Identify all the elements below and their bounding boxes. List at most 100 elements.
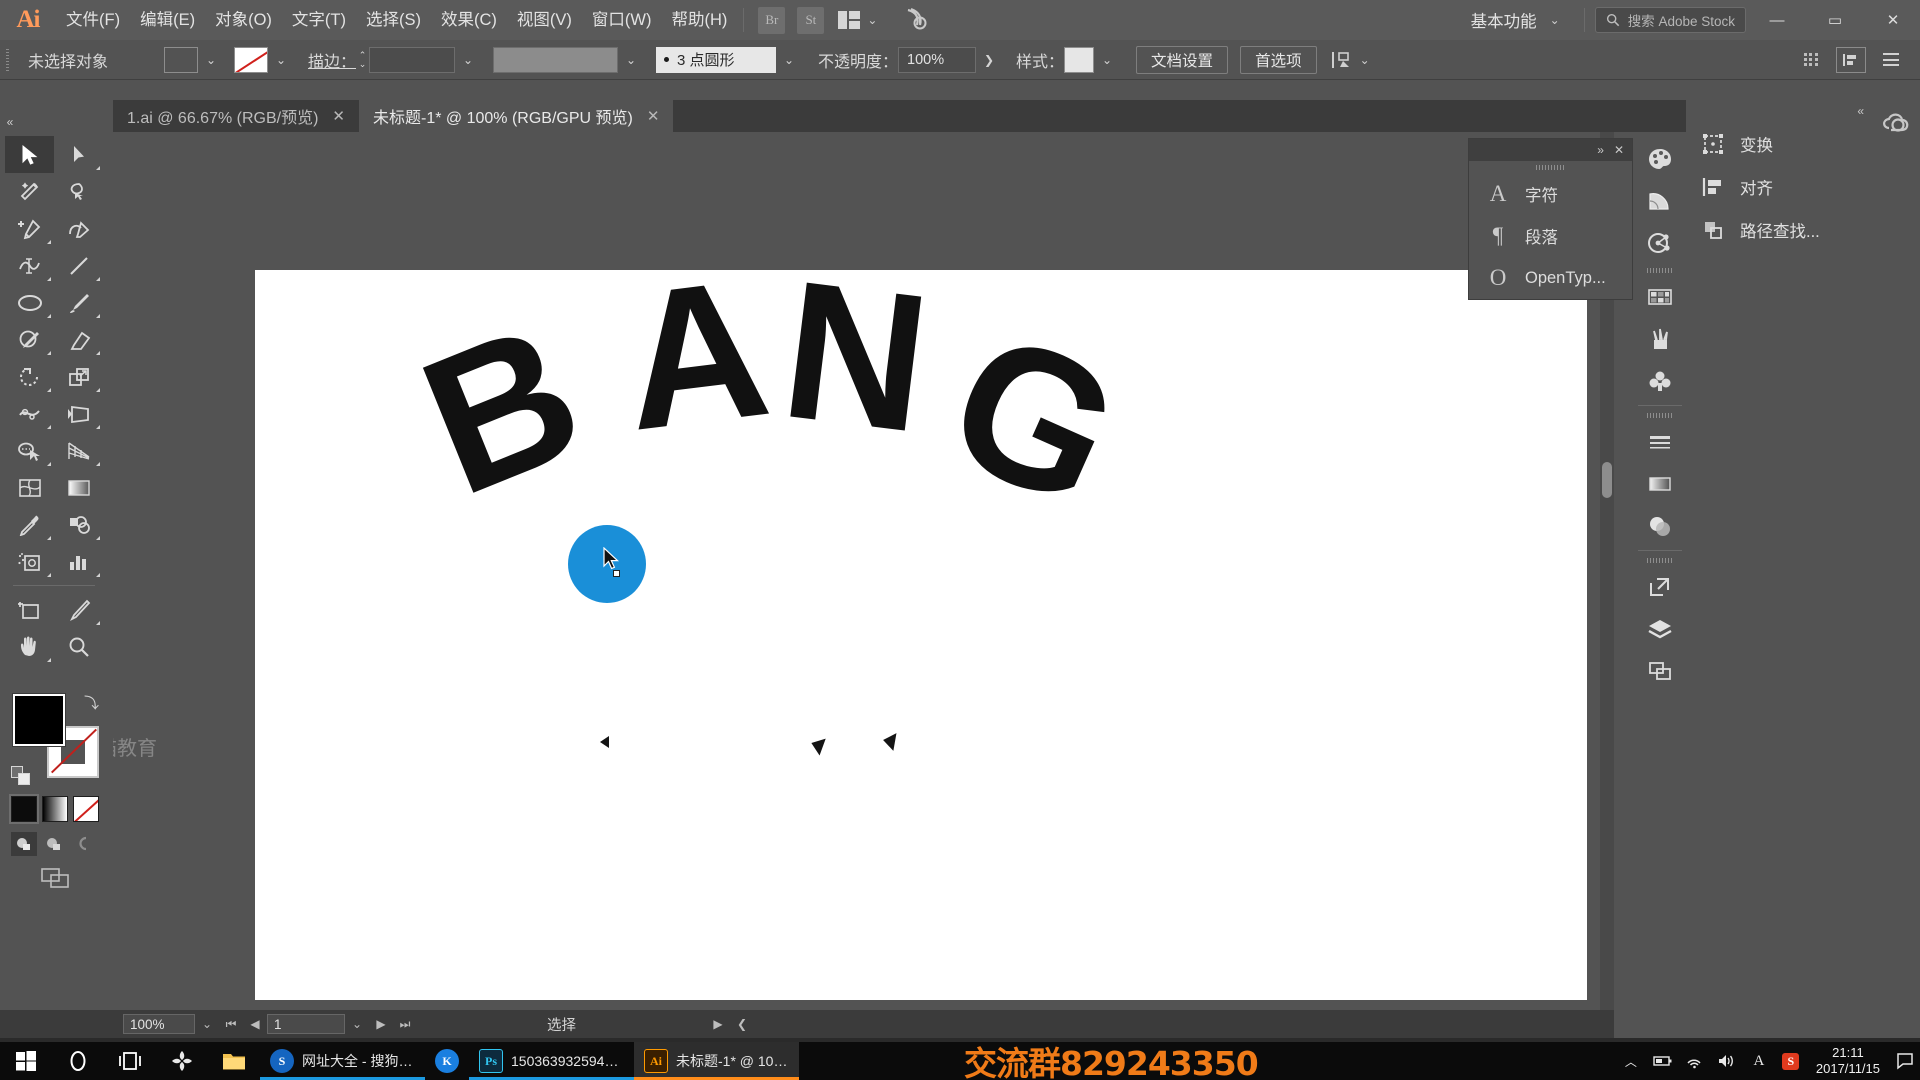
zoom-dropdown-icon[interactable]: ⌄ [195, 1011, 219, 1037]
next-artboard-button[interactable]: ▶ [369, 1011, 393, 1037]
scale-tool[interactable] [54, 358, 103, 395]
arrange-grid-button[interactable] [1796, 46, 1826, 74]
pinned-app-icon[interactable] [156, 1042, 208, 1080]
menu-object[interactable]: 对象(O) [205, 0, 282, 40]
opacity-label[interactable]: 不透明度： [818, 48, 898, 72]
column-graph-tool[interactable] [54, 543, 103, 580]
menu-window[interactable]: 窗口(W) [582, 0, 662, 40]
fill-swatch-large[interactable] [13, 694, 65, 746]
draw-inside-button[interactable] [71, 832, 97, 856]
swap-fill-stroke-icon[interactable]: ⤵ [84, 692, 99, 713]
type-panel-grip[interactable] [1469, 161, 1632, 173]
color-mode-gradient[interactable] [42, 796, 68, 822]
layers-icon[interactable] [1638, 608, 1682, 650]
artboard-tool[interactable] [5, 591, 54, 628]
menu-view[interactable]: 视图(V) [507, 0, 582, 40]
document-setup-button[interactable]: 文档设置 [1136, 45, 1229, 74]
dock-grip[interactable] [1638, 409, 1682, 421]
magic-wand-tool[interactable] [5, 173, 54, 210]
panel-row-align[interactable]: 对齐 [1686, 165, 1872, 208]
ime-indicator[interactable]: A [1744, 1042, 1774, 1080]
selection-tool[interactable] [5, 136, 54, 173]
sogou-ime-icon[interactable]: S [1776, 1042, 1806, 1080]
libraries-icon[interactable] [1638, 222, 1682, 264]
menu-file[interactable]: 文件(F) [56, 0, 130, 40]
last-artboard-button[interactable]: ⏭ [393, 1011, 417, 1037]
color-panel-icon[interactable] [1638, 138, 1682, 180]
anchor-point-handle[interactable] [613, 570, 620, 577]
width-tool[interactable] [5, 395, 54, 432]
line-segment-tool[interactable] [54, 247, 103, 284]
color-guide-icon[interactable] [1638, 180, 1682, 222]
free-transform-tool[interactable] [54, 395, 103, 432]
align-panel-button[interactable] [1836, 46, 1866, 73]
minimize-button[interactable]: — [1750, 0, 1804, 40]
menu-type[interactable]: 文字(T) [282, 0, 356, 40]
action-center-icon[interactable] [1890, 1042, 1920, 1080]
draw-behind-button[interactable] [41, 832, 67, 856]
document-tab-2[interactable]: 未标题-1* @ 100% (RGB/GPU 预览) ✕ [359, 100, 674, 132]
collapse-icon[interactable]: « [1857, 104, 1864, 118]
panel-row-character[interactable]: A 字符 [1469, 173, 1632, 215]
variable-width-profile-swatch[interactable] [493, 46, 619, 73]
color-mode-color[interactable] [9, 794, 39, 824]
slice-tool[interactable] [54, 591, 103, 628]
dock-grip[interactable] [1638, 264, 1682, 276]
task-view-icon[interactable] [104, 1042, 156, 1080]
brush-dropdown-icon[interactable]: ⌄ [776, 47, 802, 73]
vertical-scroll-thumb[interactable] [1602, 462, 1612, 498]
network-icon[interactable] [1680, 1042, 1710, 1080]
stroke-color-swatch[interactable] [234, 46, 268, 73]
stroke-weight-label[interactable]: 描边： [308, 48, 356, 72]
gradient-panel-icon[interactable] [1638, 463, 1682, 505]
artboards-icon[interactable] [1638, 650, 1682, 692]
show-hidden-icons-button[interactable]: ︿ [1616, 1042, 1646, 1080]
menu-edit[interactable]: 编辑(E) [130, 0, 205, 40]
status-resize-grip[interactable]: ❮ [730, 1011, 754, 1037]
type-panel-header[interactable]: » ✕ [1469, 139, 1632, 161]
perspective-grid-tool[interactable] [54, 432, 103, 469]
fill-dropdown-icon[interactable]: ⌄ [198, 47, 224, 73]
hand-tool[interactable] [5, 628, 54, 665]
ellipse-tool[interactable] [5, 284, 54, 321]
maximize-button[interactable]: ▭ [1808, 0, 1862, 40]
volume-icon[interactable] [1712, 1042, 1742, 1080]
previous-artboard-button[interactable]: ◀ [243, 1011, 267, 1037]
zoom-tool[interactable] [54, 628, 103, 665]
taskbar-clock[interactable]: 21:11 2017/11/15 [1808, 1045, 1888, 1077]
graphic-style-swatch[interactable] [1064, 46, 1095, 73]
taskbar-app-kugou[interactable]: K [425, 1042, 469, 1080]
transparency-icon[interactable] [1638, 505, 1682, 547]
curvature-tool[interactable] [54, 210, 103, 247]
blend-tool[interactable] [54, 506, 103, 543]
dock-grip[interactable] [1638, 554, 1682, 566]
shaper-tool[interactable] [5, 321, 54, 358]
battery-icon[interactable] [1648, 1042, 1678, 1080]
bridge-icon[interactable]: Br [758, 6, 786, 34]
export-icon[interactable] [1638, 566, 1682, 608]
taskbar-app-photoshop[interactable]: Ps 15036393259493... [469, 1042, 634, 1080]
taskbar-app-illustrator[interactable]: Ai 未标题-1* @ 100... [634, 1042, 799, 1080]
preferences-button[interactable]: 首选项 [1240, 45, 1317, 74]
artboard-dropdown-icon[interactable]: ⌄ [345, 1011, 369, 1037]
stroke-weight-input[interactable] [369, 46, 456, 73]
control-bar-grip[interactable] [0, 40, 14, 80]
control-bar-menu-button[interactable] [1876, 46, 1906, 74]
letter-A[interactable]: A [612, 237, 779, 472]
close-icon[interactable]: ✕ [647, 107, 660, 125]
type-tool[interactable] [5, 247, 54, 284]
arrange-documents-button[interactable]: ⌄ [836, 9, 877, 31]
screen-mode-button[interactable] [39, 866, 73, 890]
stroke-dropdown-icon[interactable]: ⌄ [268, 47, 294, 73]
letter-N[interactable]: N [772, 239, 939, 474]
status-menu-button[interactable]: ▶ [706, 1011, 730, 1037]
creative-cloud-icon[interactable] [1872, 100, 1920, 150]
collapse-icon[interactable]: » [1597, 143, 1604, 157]
library-sync-icon[interactable] [903, 5, 929, 36]
width-profile-dropdown-icon[interactable]: ⌄ [618, 47, 644, 73]
file-explorer-icon[interactable] [208, 1042, 260, 1080]
panel-row-opentype[interactable]: O OpenTyp... [1469, 257, 1632, 299]
document-tab-1[interactable]: 1.ai @ 66.67% (RGB/预览) ✕ [113, 100, 359, 132]
swatches-icon[interactable] [1638, 276, 1682, 318]
panel-row-transform[interactable]: 变换 [1686, 122, 1872, 165]
